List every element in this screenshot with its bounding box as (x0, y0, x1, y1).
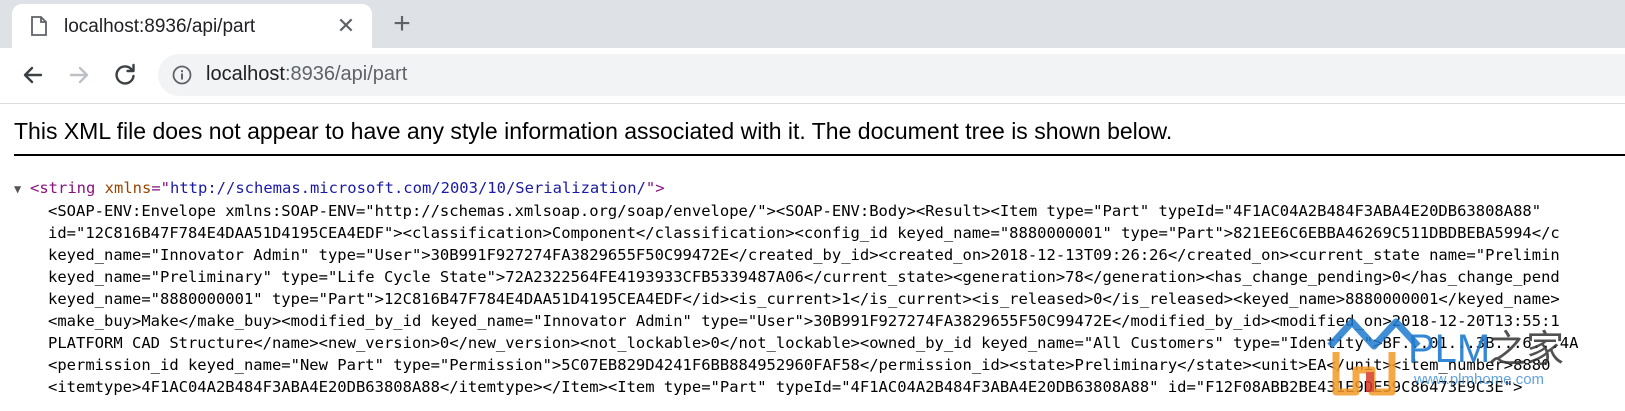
root-attr-name: xmlns (104, 179, 152, 197)
notice-divider (14, 154, 1625, 156)
root-attr-value: http://schemas.microsoft.com/2003/10/Ser… (170, 179, 646, 197)
site-info-icon[interactable] (172, 65, 192, 85)
root-tag-open: <string (30, 179, 105, 197)
url-host: localhost (206, 63, 285, 85)
xml-text-line: id="12C816B47F784E4DAA51D4195CEA4EDF"><c… (48, 224, 1560, 242)
forward-arrow-icon[interactable] (66, 62, 92, 88)
address-bar[interactable]: localhost:8936/api/part (158, 54, 1625, 96)
plmhome-watermark-logo: PLM 之家 www.plmhome.com (1327, 318, 1564, 396)
watermark-suffix: 之家 (1488, 327, 1564, 371)
xml-text-line: keyed_name="8880000001" type="Part">12C8… (48, 290, 1560, 308)
xml-text-line: keyed_name="Innovator Admin" type="User"… (48, 246, 1560, 264)
tab-title: localhost:8936/api/part (64, 16, 256, 37)
new-tab-button[interactable]: + (390, 9, 414, 39)
browser-toolbar: localhost:8936/api/part (0, 48, 1625, 104)
browser-tab[interactable]: localhost:8936/api/part ✕ (12, 4, 372, 48)
xml-text-line: keyed_name="Preliminary" type="Life Cycl… (48, 268, 1560, 286)
back-arrow-icon[interactable] (20, 62, 46, 88)
xml-root-element: ▼ <string xmlns="http://schemas.microsoft… (14, 178, 665, 198)
reload-icon[interactable] (112, 62, 138, 88)
document-icon (31, 16, 47, 36)
collapse-triangle-icon[interactable]: ▼ (14, 179, 30, 199)
xml-style-notice: This XML file does not appear to have an… (14, 118, 1173, 144)
root-tag-close: "> (645, 179, 665, 197)
root-attr-eq: =" (151, 179, 170, 197)
url-path: :8936/api/part (284, 63, 408, 85)
close-tab-icon[interactable]: ✕ (336, 15, 356, 37)
watermark-brand: PLM (1408, 327, 1490, 371)
xml-text-line: <itemtype>4F1AC04A2B484F3ABA4E20DB63808A… (48, 378, 1523, 396)
url-text[interactable]: localhost:8936/api/part (206, 63, 407, 86)
watermark-site: www.plmhome.com (1413, 371, 1544, 388)
xml-text-line: <SOAP-ENV:Envelope xmlns:SOAP-ENV="http:… (48, 202, 1542, 220)
tab-strip: localhost:8936/api/part ✕ + (0, 0, 1625, 48)
